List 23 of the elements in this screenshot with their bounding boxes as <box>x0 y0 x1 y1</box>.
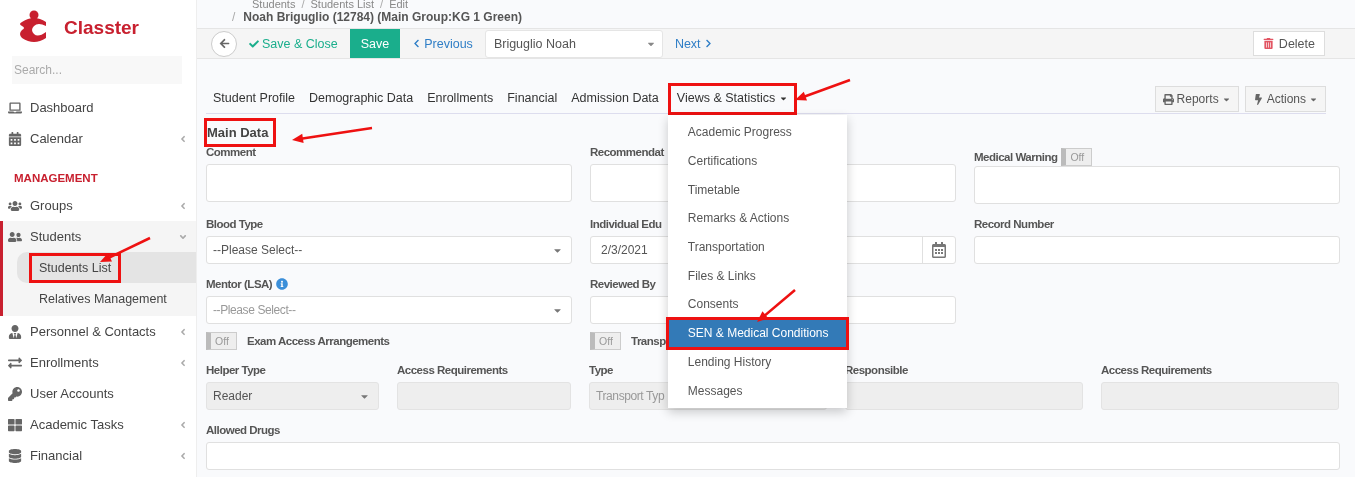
logo-text: Classter <box>64 17 139 39</box>
field-label: Mentor (LSA) <box>206 278 273 290</box>
breadcrumb-separator: / <box>380 0 384 8</box>
field-label: Allowed Drugs <box>206 424 280 436</box>
field-label: Comment <box>206 146 256 158</box>
page-title: Noah Briguglio (12784) (Main Group:KG 1 Green) <box>243 10 523 24</box>
field-label: Recommendat <box>590 146 664 158</box>
field-label: Medical Warning <box>974 150 1058 163</box>
field-label: Blood Type <box>206 218 263 230</box>
breadcrumb-separator: / <box>301 0 305 8</box>
field-label: Access Requirements <box>397 364 508 376</box>
switch-label: Transp <box>631 335 666 347</box>
section-title: Main Data <box>206 120 275 145</box>
field-label: Access Requirements <box>1101 364 1212 376</box>
field-label: Record Number <box>974 218 1054 230</box>
field-label: Responsible <box>845 364 908 376</box>
field-label: Reviewed By <box>590 278 656 290</box>
field-label: Individual Edu <box>590 218 662 230</box>
switch-label: Exam Access Arrangements <box>247 335 390 347</box>
breadcrumb-separator: / <box>232 10 236 24</box>
field-label: Type <box>589 364 613 376</box>
section-heading: MANAGEMENT <box>13 171 99 186</box>
field-label: Helper Type <box>206 364 266 376</box>
